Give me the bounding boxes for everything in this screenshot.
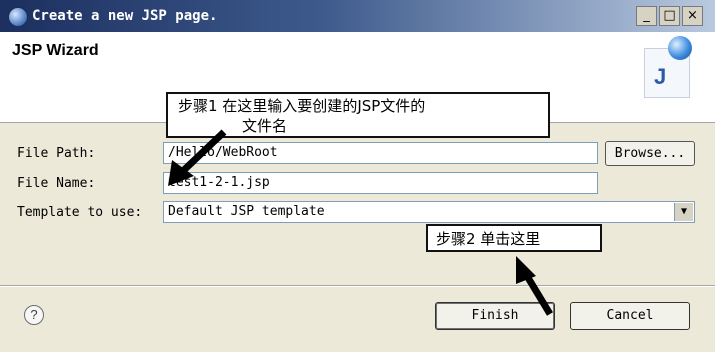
step1-callout: 步骤1 在这里输入要创建的JSP文件的 文件名 [166,92,550,138]
close-button[interactable]: × [682,6,703,26]
file-name-label: File Name: [17,176,96,191]
step1-callout-line1: 步骤1 在这里输入要创建的JSP文件的 [178,97,426,115]
wizard-title: JSP Wizard [12,42,99,59]
template-select[interactable]: Default JSP template ▼ [163,201,695,223]
template-label: Template to use: [17,205,143,220]
step2-arrow-head [516,256,536,284]
file-path-label: File Path: [17,146,96,161]
template-select-value: Default JSP template [168,204,325,219]
jsp-logo-icon: J [640,36,698,98]
globe-icon [668,36,692,60]
minimize-button[interactable]: _ [636,6,657,26]
jsp-wizard-window: Create a new JSP page. _ □ × JSP Wizard … [0,0,715,352]
window-icon [8,7,28,27]
jsp-logo-letter: J [654,64,667,89]
maximize-button[interactable]: □ [659,6,680,26]
help-icon[interactable]: ? [24,305,44,325]
window-title: Create a new JSP page. [32,8,218,24]
finish-button[interactable]: Finish [435,302,555,330]
file-name-field[interactable]: test1-2-1.jsp [163,172,598,194]
step2-callout: 步骤2 单击这里 [426,224,602,252]
file-path-field[interactable]: /Hello/WebRoot [163,142,598,164]
dropdown-arrow-icon[interactable]: ▼ [674,203,693,221]
browse-button[interactable]: Browse... [605,141,695,166]
footer-divider [0,285,715,287]
cancel-button[interactable]: Cancel [570,302,690,330]
title-bar[interactable]: Create a new JSP page. _ □ × [0,0,715,32]
step1-callout-line2: 文件名 [242,117,288,135]
